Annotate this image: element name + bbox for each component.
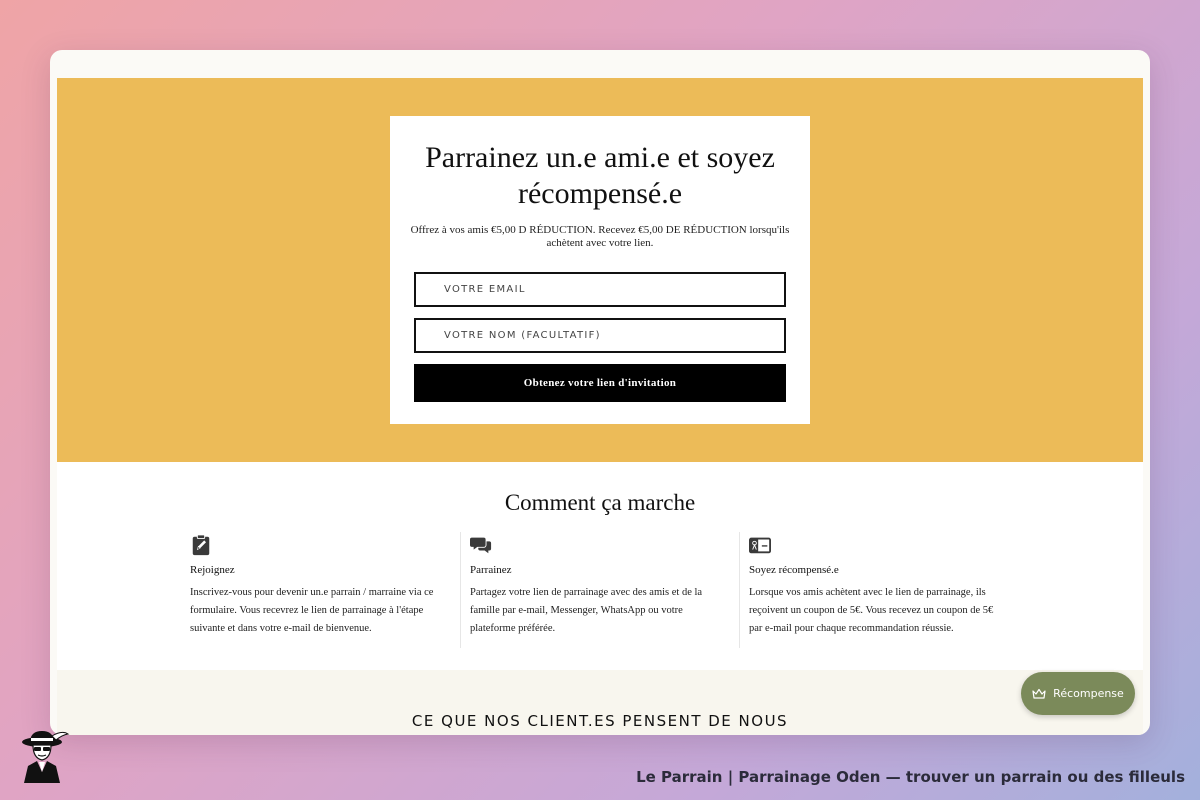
step-text: Inscrivez-vous pour devenir un.e parrain…	[190, 587, 434, 634]
le-parrain-logo	[22, 731, 70, 783]
hero-section: Parrainez un.e ami.e et soyez récompensé…	[57, 78, 1143, 462]
step-reward: Soyez récompensé.e Lorsque vos amis achè…	[739, 532, 1018, 648]
reward-button[interactable]: Récompense	[1021, 672, 1135, 715]
chat-bubbles-icon	[470, 537, 492, 554]
clipboard-edit-icon	[192, 534, 210, 556]
referral-card: Parrainez un.e ami.e et soyez récompensé…	[390, 116, 810, 424]
steps-row: Rejoignez Inscrivez-vous pour devenir un…	[190, 532, 1028, 648]
step-text: Lorsque vos amis achètent avec le lien d…	[749, 587, 994, 634]
name-input[interactable]	[414, 318, 786, 353]
testimonials-section: CE QUE NOS CLIENT.ES PENSENT DE NOUS	[57, 670, 1143, 735]
card-title: Parrainez un.e ami.e et soyez récompensé…	[425, 141, 775, 210]
reward-button-label: Récompense	[1053, 687, 1124, 700]
step-text: Partagez votre lien de parrainage avec d…	[470, 587, 703, 634]
crown-icon	[1032, 688, 1046, 699]
step-title: Parrainez	[470, 564, 512, 576]
step-title: Rejoignez	[190, 564, 235, 576]
card-subtitle: Offrez à vos amis €5,00 D RÉDUCTION. Rec…	[410, 224, 790, 249]
browser-window: Parrainez un.e ami.e et soyez récompensé…	[50, 50, 1150, 735]
step-title: Soyez récompensé.e	[749, 564, 839, 576]
how-title: Comment ça marche	[504, 490, 696, 515]
email-input[interactable]	[414, 272, 786, 307]
step-refer: Parrainez Partagez votre lien de parrain…	[460, 532, 739, 648]
testimonials-title: CE QUE NOS CLIENT.ES PENSENT DE NOUS	[411, 712, 789, 730]
page-caption: Le Parrain | Parrainage Oden — trouver u…	[636, 768, 1185, 786]
get-invite-link-button[interactable]: Obtenez votre lien d'invitation	[414, 364, 786, 402]
gift-card-icon	[749, 537, 771, 554]
step-join: Rejoignez Inscrivez-vous pour devenir un…	[190, 532, 469, 648]
how-it-works-section: Comment ça marche Rejoignez Inscrivez-vo…	[57, 462, 1143, 670]
